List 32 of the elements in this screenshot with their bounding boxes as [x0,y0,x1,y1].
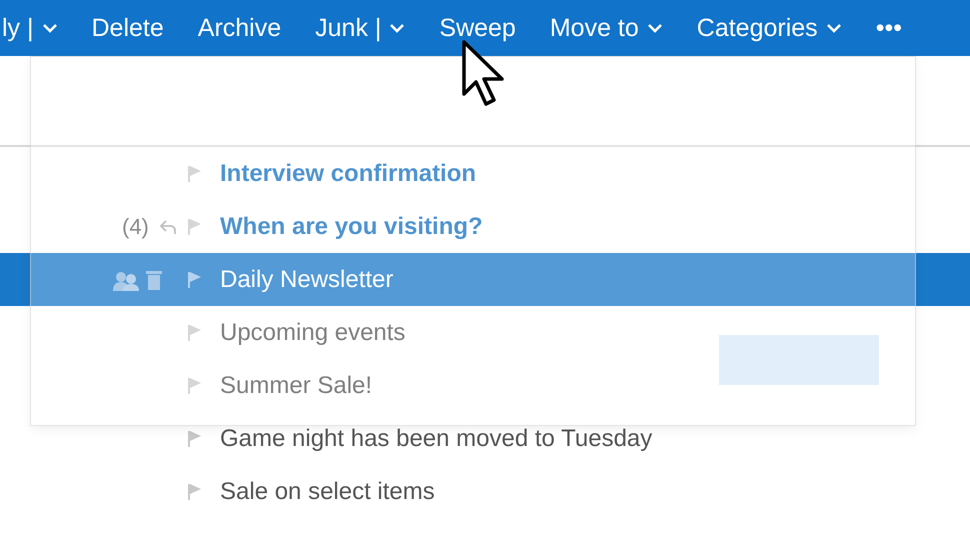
trash-icon[interactable] [146,270,162,290]
message-row[interactable]: Sale on select items [0,465,970,518]
message-subject: Sale on select items [220,478,435,506]
message-subject: Daily Newsletter [220,266,394,294]
toolbar-button[interactable]: Sweep [439,8,516,48]
toolbar-button[interactable]: Move to [550,8,663,48]
message-row[interactable]: Interview confirmation [0,147,970,200]
flag-icon[interactable] [188,218,202,236]
message-row[interactable]: Game night has been moved to Tuesday [0,412,970,465]
message-row[interactable]: (4) When are you visiting? [0,200,970,253]
flag-icon[interactable] [188,164,202,182]
message-subject: Upcoming events [220,318,406,346]
thread-count: (4) [122,214,149,240]
message-subject: Summer Sale! [220,372,372,400]
flag-icon[interactable] [188,324,202,342]
message-subject: When are you visiting? [220,212,483,240]
flag-icon[interactable] [188,270,202,288]
message-row[interactable]: Upcoming events [0,306,970,359]
toolbar-button[interactable]: Junk | [315,8,406,48]
message-row[interactable]: Summer Sale! [0,359,970,412]
toolbar-button[interactable]: Archive [198,8,282,48]
toolbar-button[interactable]: Delete [92,8,164,48]
flag-icon[interactable] [188,482,202,500]
toolbar-button[interactable]: Categories [696,8,842,48]
flag-icon[interactable] [188,430,202,448]
message-subject: Interview confirmation [220,160,476,188]
message-subject: Game night has been moved to Tuesday [220,424,652,452]
toolbar-button[interactable]: ly | [2,8,58,48]
message-row[interactable]: Daily Newsletter [0,253,970,306]
cursor-icon [462,40,506,108]
toolbar-button[interactable]: ••• [876,8,902,48]
flag-icon[interactable] [188,376,202,394]
